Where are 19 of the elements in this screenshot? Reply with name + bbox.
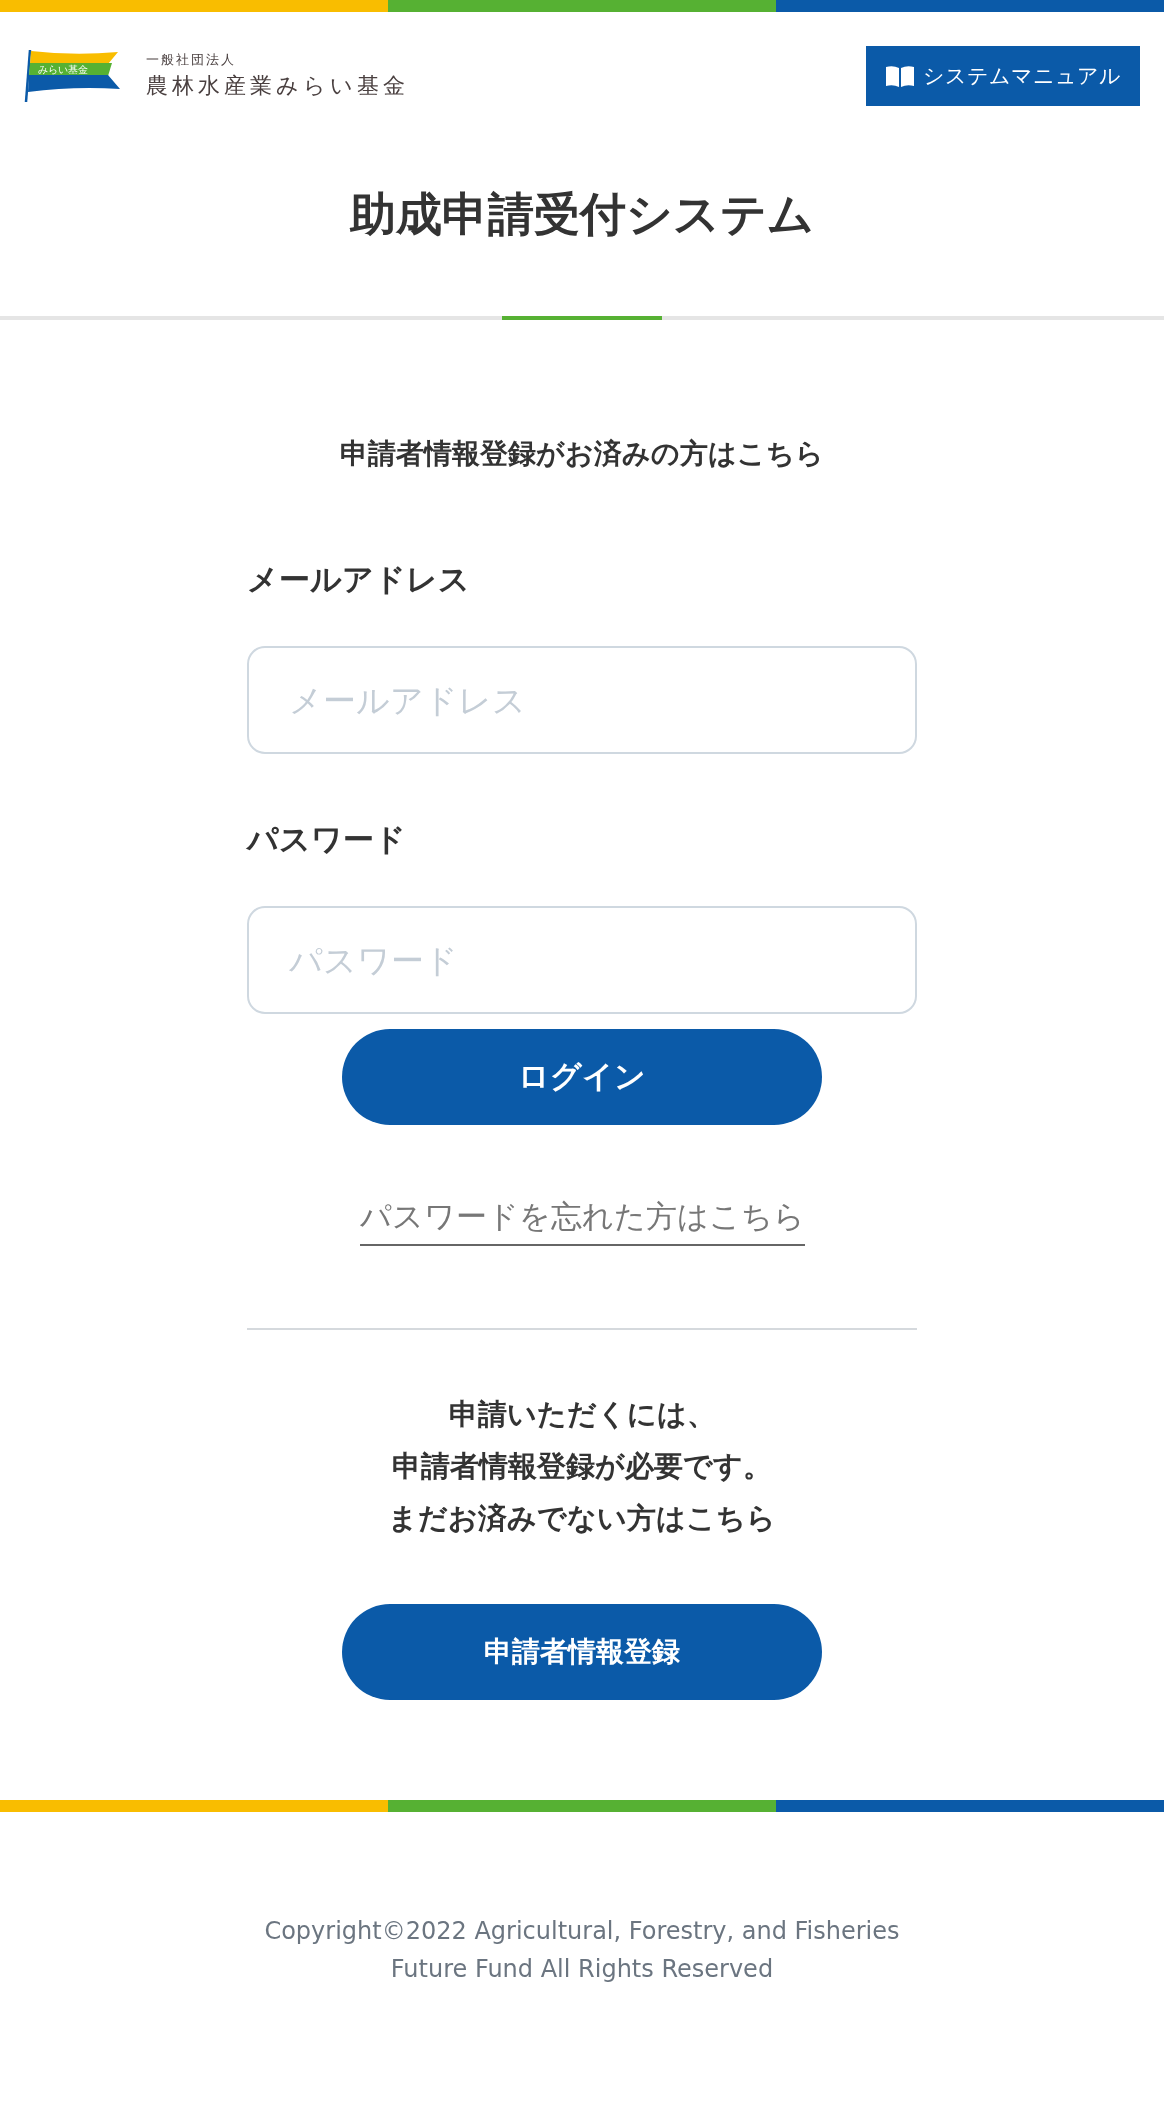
system-manual-button[interactable]: システムマニュアル [866, 46, 1140, 106]
field-label: メールアドレス [247, 560, 471, 599]
register-prompt-text: まだお済みでない方はこちら [387, 1500, 777, 1537]
login-heading: 申請者情報登録がお済みの方はこちら [339, 436, 825, 472]
register-button[interactable]: 申請者情報登録 [342, 1604, 822, 1700]
copyright-text: Copyright©2022 Agricultural, Forestry, and Fisheries [263, 1916, 901, 1947]
page-title: 助成申請受付システム [348, 186, 815, 243]
organization-name: 農林水産業みらい基金 [146, 72, 409, 100]
register-prompt-text: 申請いただくには、 [447, 1396, 717, 1433]
copyright-text: Future Fund All Rights Reserved [389, 1954, 775, 1985]
login-button[interactable]: ログイン [342, 1029, 822, 1125]
organization-type: 一般社団法人 [146, 51, 237, 69]
input-field[interactable]: パスワード [247, 906, 917, 1014]
field-label: パスワード [247, 820, 407, 859]
book-icon [885, 64, 915, 88]
logo-flag-text: みらい基金 [38, 65, 88, 75]
forgot-password-link[interactable]: パスワードを忘れた方はこちら [359, 1196, 805, 1246]
register-prompt-text: 申請者情報登録が必要です。 [391, 1448, 773, 1485]
input-field[interactable]: メールアドレス [247, 646, 917, 754]
